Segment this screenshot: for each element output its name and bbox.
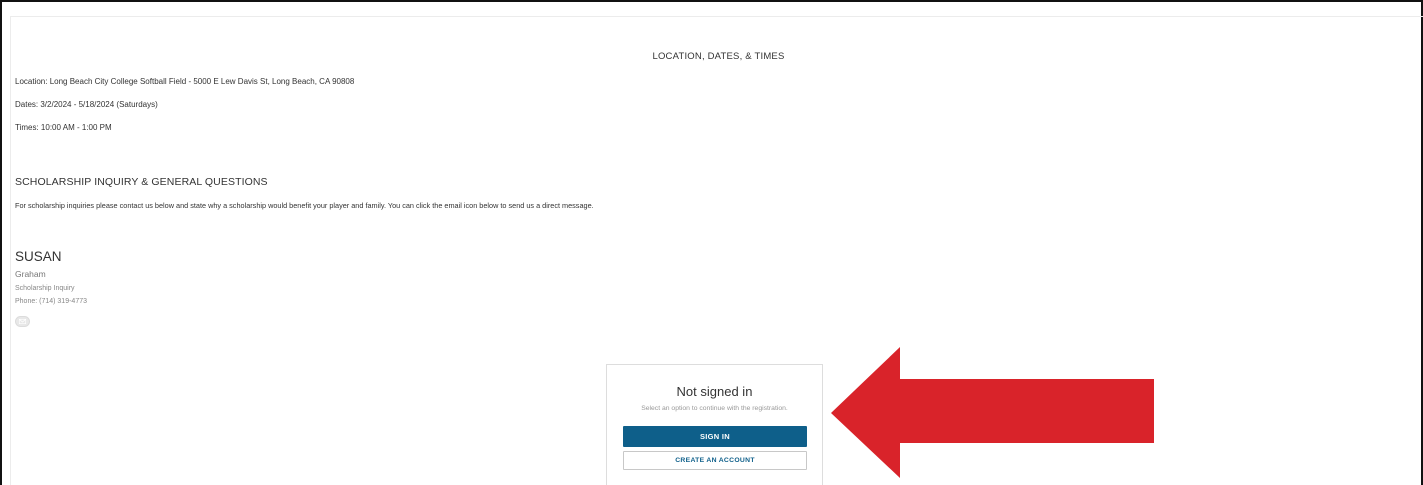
scholarship-section-title: SCHOLARSHIP INQUIRY & GENERAL QUESTIONS <box>15 176 268 188</box>
location-text: Location: Long Beach City College Softba… <box>15 77 355 86</box>
scholarship-description: For scholarship inquiries please contact… <box>15 201 594 210</box>
contact-role: Scholarship Inquiry <box>15 285 75 292</box>
envelope-icon[interactable] <box>15 316 30 327</box>
dates-text: Dates: 3/2/2024 - 5/18/2024 (Saturdays) <box>15 100 158 109</box>
contact-first-name: SUSAN <box>15 249 62 264</box>
envelope-glyph <box>19 319 26 324</box>
sign-in-button[interactable]: SIGN IN <box>623 426 807 447</box>
arrow-shape <box>831 347 1154 478</box>
times-text: Times: 10:00 AM - 1:00 PM <box>15 123 112 132</box>
create-account-button[interactable]: CREATE AN ACCOUNT <box>623 451 807 470</box>
left-arrow-annotation <box>831 347 1154 478</box>
contact-phone[interactable]: Phone: (714) 319-4773 <box>15 298 87 305</box>
signin-subtext: Select an option to continue with the re… <box>641 405 788 412</box>
contact-last-name: Graham <box>15 269 46 279</box>
signin-heading: Not signed in <box>676 384 753 399</box>
signin-card: Not signed in Select an option to contin… <box>606 364 823 485</box>
location-section-title: LOCATION, DATES, & TIMES <box>652 51 785 62</box>
